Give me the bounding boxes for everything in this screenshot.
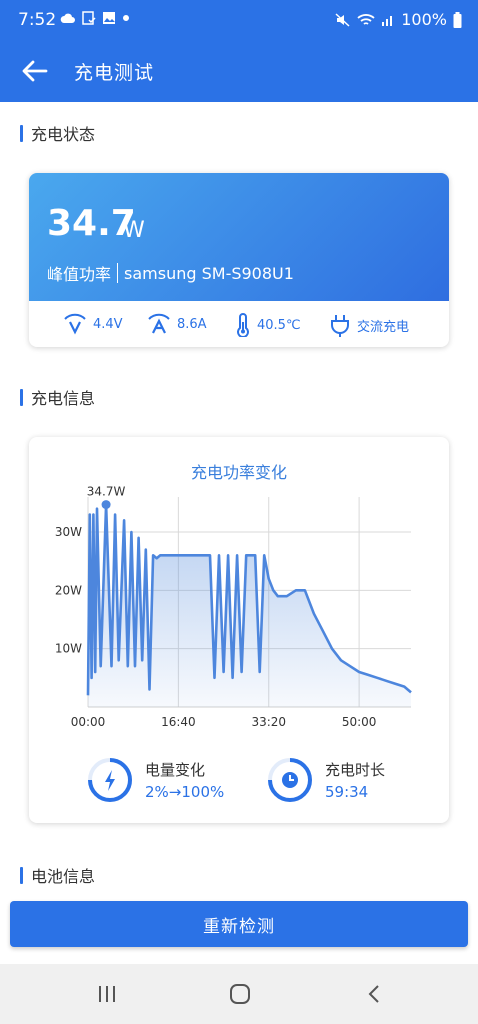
status-time: 7:52 [18,10,57,30]
current-value: 8.6A [177,316,207,332]
x-tick-label: 16:40 [161,715,196,729]
home-icon[interactable] [229,983,251,1005]
power-banner: 34.7 W 峰值功率 samsung SM-S908U1 [29,173,449,301]
power-card: 34.7 W 峰值功率 samsung SM-S908U1 4.4V 8.6A … [29,173,449,347]
charge-type-metric: 交流充电 [329,313,409,337]
battery-level-value: 2%→100% [145,783,225,801]
section-title: 充电状态 [31,125,96,144]
back-arrow-icon[interactable] [20,58,50,84]
thermometer-icon [237,313,249,337]
current-metric: 8.6A [147,313,207,335]
battery-icon [453,11,462,28]
y-tick-label: 30W [55,525,82,539]
peak-power-unit: W [123,218,145,243]
gallery-icon [103,12,115,24]
x-tick-label: 00:00 [71,715,106,729]
peak-label: 34.7W [87,485,126,499]
notification-dot-icon [123,15,129,21]
signal-icon [382,15,393,26]
charge-duration-label: 充电时长 [325,761,386,779]
section-charge-status: 充电状态 [20,121,95,145]
x-tick-label: 33:20 [251,715,286,729]
section-marker [20,124,23,142]
system-nav-bar [0,964,478,1024]
metrics-row: 4.4V 8.6A 40.5℃ 交流充电 [29,301,449,347]
peak-power-label: 峰值功率 [47,265,112,284]
voltage-metric: 4.4V [63,313,123,335]
x-tick-label: 50:00 [342,715,377,729]
cloud-icon [60,13,75,23]
charge-duration-stat: 充电时长 59:34 [267,757,385,803]
mute-icon [335,12,350,27]
peak-point [101,500,111,510]
section-title: 电池信息 [31,867,96,886]
lightning-ring-icon [88,758,132,802]
section-battery-info: 电池信息 [20,863,95,887]
back-nav-icon[interactable] [366,984,382,1004]
voltage-icon [64,313,86,335]
charge-duration-value: 59:34 [325,783,369,801]
battery-level-stat: 电量变化 2%→100% [87,757,224,803]
clock-ring-icon [268,758,312,802]
chart-card: 充电功率变化 00:00 16:40 33:20 50:00 10W 20W 30W 34.… [29,437,449,823]
app-bar: 充电测试 [0,40,478,102]
temperature-value: 40.5℃ [257,317,301,333]
y-tick-label: 20W [55,583,82,597]
page-title: 充电测试 [74,62,155,84]
section-marker [20,866,23,884]
retest-button[interactable]: 重新检测 [10,901,468,947]
section-title: 充电信息 [31,389,96,408]
voltage-value: 4.4V [93,316,123,332]
y-tick-label: 10W [55,642,82,656]
charge-type-value: 交流充电 [357,319,410,335]
battery-percent: 100% [401,10,447,29]
plug-icon [331,315,349,337]
section-charge-info: 充电信息 [20,385,95,409]
current-icon [148,313,170,334]
device-model: samsung SM-S908U1 [124,263,294,283]
power-chart: 00:00 16:40 33:20 50:00 10W 20W 30W 34.7W [55,485,412,729]
wifi-icon [357,13,375,25]
recent-apps-icon[interactable] [97,984,117,1004]
screenshot-icon [82,11,96,25]
section-marker [20,388,23,406]
divider [117,263,119,283]
temperature-metric: 40.5℃ [235,313,301,337]
battery-level-label: 电量变化 [145,761,206,779]
status-bar: 7:52 100% [0,0,478,40]
